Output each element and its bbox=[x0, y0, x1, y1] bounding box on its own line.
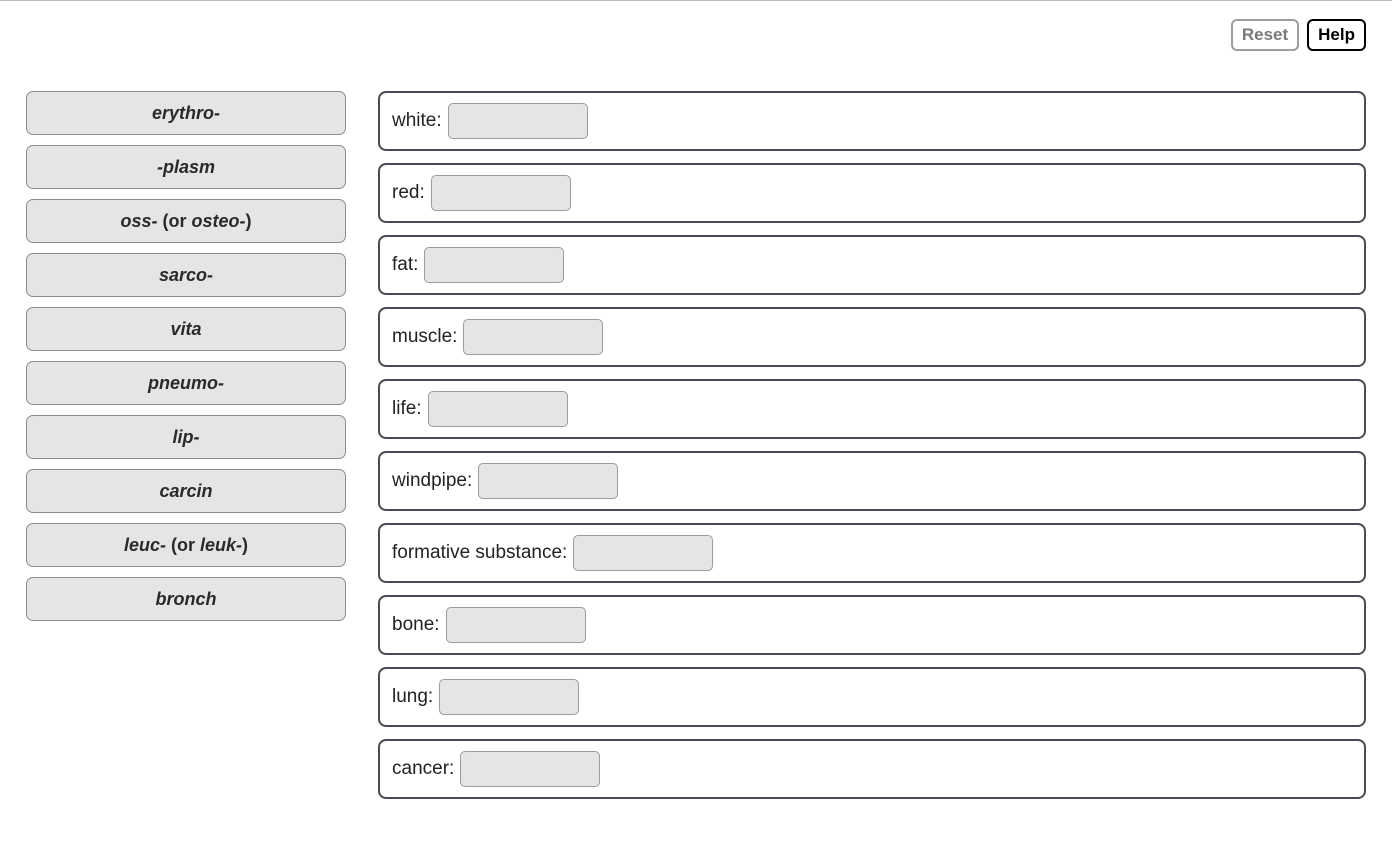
target-label: muscle: bbox=[392, 326, 457, 348]
source-item[interactable]: leuc- (or leuk-) bbox=[26, 523, 346, 567]
drop-slot[interactable] bbox=[460, 751, 600, 787]
target-row: white: bbox=[378, 91, 1366, 151]
reset-button[interactable]: Reset bbox=[1231, 19, 1299, 51]
source-item-label: pneumo- bbox=[148, 373, 224, 394]
target-label: formative substance: bbox=[392, 542, 567, 564]
toolbar: Reset Help bbox=[26, 19, 1366, 51]
columns: erythro- -plasm oss- (or osteo-) sarco- … bbox=[26, 91, 1366, 811]
source-item[interactable]: bronch bbox=[26, 577, 346, 621]
drop-slot[interactable] bbox=[478, 463, 618, 499]
source-item[interactable]: vita bbox=[26, 307, 346, 351]
drop-slot[interactable] bbox=[431, 175, 571, 211]
drop-slot[interactable] bbox=[424, 247, 564, 283]
source-item-label: leuc- bbox=[124, 535, 166, 556]
target-row: muscle: bbox=[378, 307, 1366, 367]
drop-slot[interactable] bbox=[448, 103, 588, 139]
target-row: bone: bbox=[378, 595, 1366, 655]
drop-slot[interactable] bbox=[428, 391, 568, 427]
source-item[interactable]: -plasm bbox=[26, 145, 346, 189]
source-item-label: erythro- bbox=[152, 103, 220, 124]
target-row: formative substance: bbox=[378, 523, 1366, 583]
target-label: bone: bbox=[392, 614, 440, 636]
source-item[interactable]: lip- bbox=[26, 415, 346, 459]
source-item-paren: (or leuk-) bbox=[171, 535, 248, 556]
drop-slot[interactable] bbox=[439, 679, 579, 715]
source-item-label: sarco- bbox=[159, 265, 213, 286]
target-row: red: bbox=[378, 163, 1366, 223]
target-label: red: bbox=[392, 182, 425, 204]
target-label: cancer: bbox=[392, 758, 454, 780]
source-item-label: -plasm bbox=[157, 157, 215, 178]
source-item-label: vita bbox=[170, 319, 201, 340]
target-label: lung: bbox=[392, 686, 433, 708]
target-row: lung: bbox=[378, 667, 1366, 727]
help-button[interactable]: Help bbox=[1307, 19, 1366, 51]
drop-slot[interactable] bbox=[573, 535, 713, 571]
matching-activity: Reset Help erythro- -plasm oss- (or oste… bbox=[0, 0, 1392, 868]
target-label: fat: bbox=[392, 254, 418, 276]
drop-slot[interactable] bbox=[463, 319, 603, 355]
target-label: white: bbox=[392, 110, 442, 132]
source-item[interactable]: oss- (or osteo-) bbox=[26, 199, 346, 243]
target-row: fat: bbox=[378, 235, 1366, 295]
source-item-label: carcin bbox=[159, 481, 212, 502]
target-row: cancer: bbox=[378, 739, 1366, 799]
target-label: windpipe: bbox=[392, 470, 472, 492]
target-row: windpipe: bbox=[378, 451, 1366, 511]
source-list: erythro- -plasm oss- (or osteo-) sarco- … bbox=[26, 91, 346, 631]
source-item-label: bronch bbox=[156, 589, 217, 610]
target-label: life: bbox=[392, 398, 422, 420]
drop-slot[interactable] bbox=[446, 607, 586, 643]
target-list: white: red: fat: muscle: life: windpipe: bbox=[378, 91, 1366, 811]
target-row: life: bbox=[378, 379, 1366, 439]
source-item[interactable]: carcin bbox=[26, 469, 346, 513]
source-item-label: oss- bbox=[120, 211, 157, 232]
source-item[interactable]: pneumo- bbox=[26, 361, 346, 405]
source-item-paren: (or osteo-) bbox=[163, 211, 252, 232]
source-item[interactable]: erythro- bbox=[26, 91, 346, 135]
source-item-label: lip- bbox=[173, 427, 200, 448]
source-item[interactable]: sarco- bbox=[26, 253, 346, 297]
